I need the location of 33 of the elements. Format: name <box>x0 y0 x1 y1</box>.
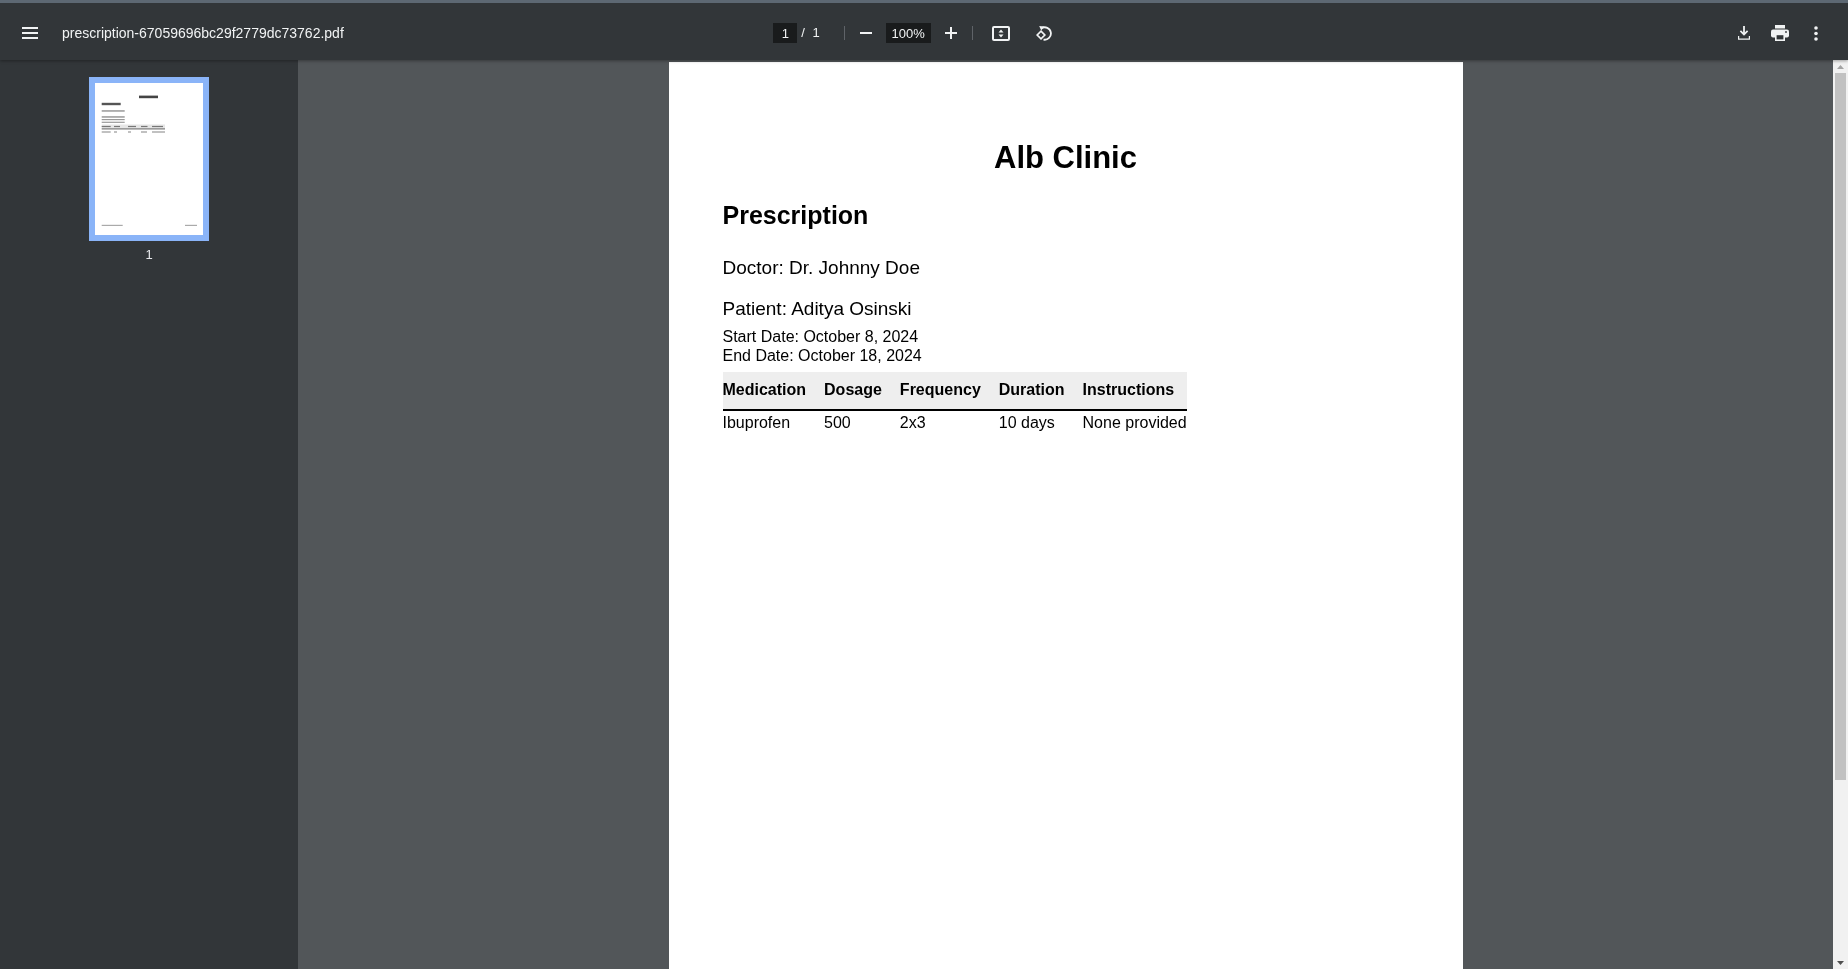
table-header-cell: Dosage <box>824 372 900 411</box>
page-count: / 1 <box>801 24 820 43</box>
page-thumbnail[interactable] <box>89 77 209 241</box>
more-options-icon <box>1814 25 1818 41</box>
table-cell: 10 days <box>998 410 1083 437</box>
table-cell: 2x3 <box>899 410 999 437</box>
table-header-cell: Instructions <box>1082 372 1187 411</box>
menu-icon <box>22 27 38 39</box>
minus-icon <box>859 32 872 34</box>
patient-line: Patient: Aditya Osinski <box>722 298 913 321</box>
table-header-cell: Frequency <box>899 372 999 411</box>
table-cell: Ibuprofen <box>722 410 825 437</box>
table-cell: None provided <box>1082 410 1187 437</box>
plus-icon <box>944 27 957 39</box>
table-header-cell: Medication <box>722 372 825 411</box>
clinic-name: Alb Clinic <box>993 139 1138 177</box>
zoom-field[interactable]: 100% <box>885 23 931 43</box>
table-cell: 500 <box>824 410 900 437</box>
date-line: Start Date: October 8, 2024 <box>722 326 920 346</box>
print-icon <box>1771 25 1789 41</box>
page-number-field[interactable]: 1 <box>773 23 798 43</box>
doctor-line: Doctor: Dr. Johnny Doe <box>722 257 921 280</box>
document-heading: Prescription <box>722 200 870 231</box>
scroll-down-icon[interactable] <box>1837 961 1844 965</box>
table-header-cell: Duration <box>998 372 1083 411</box>
scrollbar-track[interactable] <box>1833 60 1848 969</box>
thumbnail-page-number: 1 <box>145 247 153 263</box>
scrollbar-thumb[interactable] <box>1835 73 1846 780</box>
rotate-icon <box>1036 25 1054 41</box>
date-line: End Date: October 18, 2024 <box>722 345 923 366</box>
fit-page-icon <box>991 25 1010 41</box>
download-icon <box>1738 26 1750 40</box>
file-name: prescription-67059696bc29f2779dc73762.pdf <box>62 23 344 43</box>
